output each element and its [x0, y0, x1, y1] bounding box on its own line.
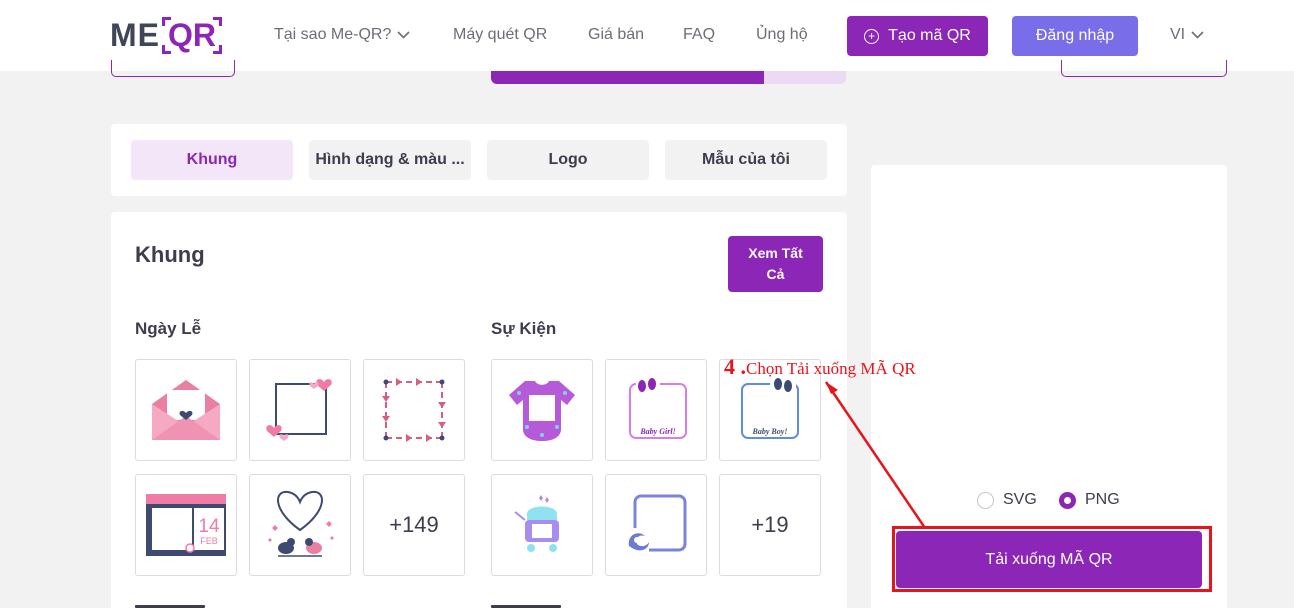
annotation-step-number: 4 . — [724, 354, 746, 379]
annotation-arrow-icon — [824, 381, 927, 529]
annotation-label: 4 .Chọn Tải xuống MÃ QR — [724, 354, 916, 380]
annotation-text: Chọn Tải xuống MÃ QR — [746, 359, 916, 378]
